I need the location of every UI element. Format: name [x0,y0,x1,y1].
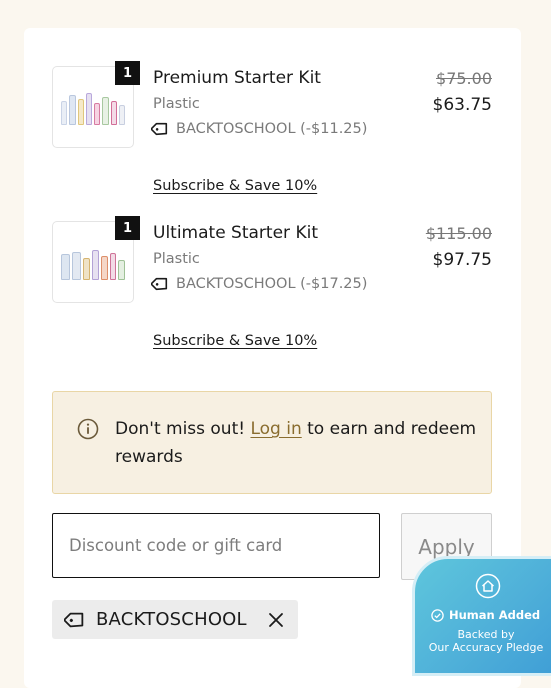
discounted-price: $63.75 [432,95,492,115]
close-icon[interactable] [267,611,285,629]
tag-icon [151,277,168,291]
home-icon [475,573,501,599]
tag-icon [151,122,168,136]
badge-title: Human Added [431,608,540,622]
badge-subtitle: Backed by [457,628,515,641]
line-discount: BACKTOSCHOOL (-$17.25) [151,274,367,294]
product-name[interactable]: Ultimate Starter Kit [153,223,318,243]
subscribe-save-link[interactable]: Subscribe & Save 10% [153,178,317,194]
login-link[interactable]: Log in [250,419,301,439]
discount-code-input[interactable] [52,513,380,578]
check-circle-icon [431,608,444,622]
badge-subtitle: Our Accuracy Pledge [428,641,544,654]
applied-discount-chip: BACKTOSCHOOL [52,600,298,639]
quantity-badge: 1 [115,216,140,240]
applied-code: BACKTOSCHOOL [96,609,247,630]
original-price: $115.00 [425,224,492,243]
rewards-notice: Don't miss out! Log in to earn and redee… [52,391,492,494]
discount-text: BACKTOSCHOOL (-$17.25) [176,276,368,292]
notice-text: Don't miss out! [115,419,251,439]
quantity-badge: 1 [115,61,140,85]
discounted-price: $97.75 [432,250,492,270]
subscribe-save-link[interactable]: Subscribe & Save 10% [153,333,317,349]
accuracy-pledge-badge[interactable]: Human Added Backed by Our Accuracy Pledg… [412,556,551,676]
badge-title-text: Human Added [449,608,541,622]
product-name[interactable]: Premium Starter Kit [153,68,321,88]
info-icon [77,418,99,440]
tag-icon [64,612,84,627]
product-variant: Plastic [153,96,200,112]
product-variant: Plastic [153,251,200,267]
line-discount: BACKTOSCHOOL (-$11.25) [151,119,367,139]
rewards-message: Don't miss out! Log in to earn and redee… [115,415,485,471]
original-price: $75.00 [436,69,492,88]
discount-text: BACKTOSCHOOL (-$11.25) [176,121,368,137]
